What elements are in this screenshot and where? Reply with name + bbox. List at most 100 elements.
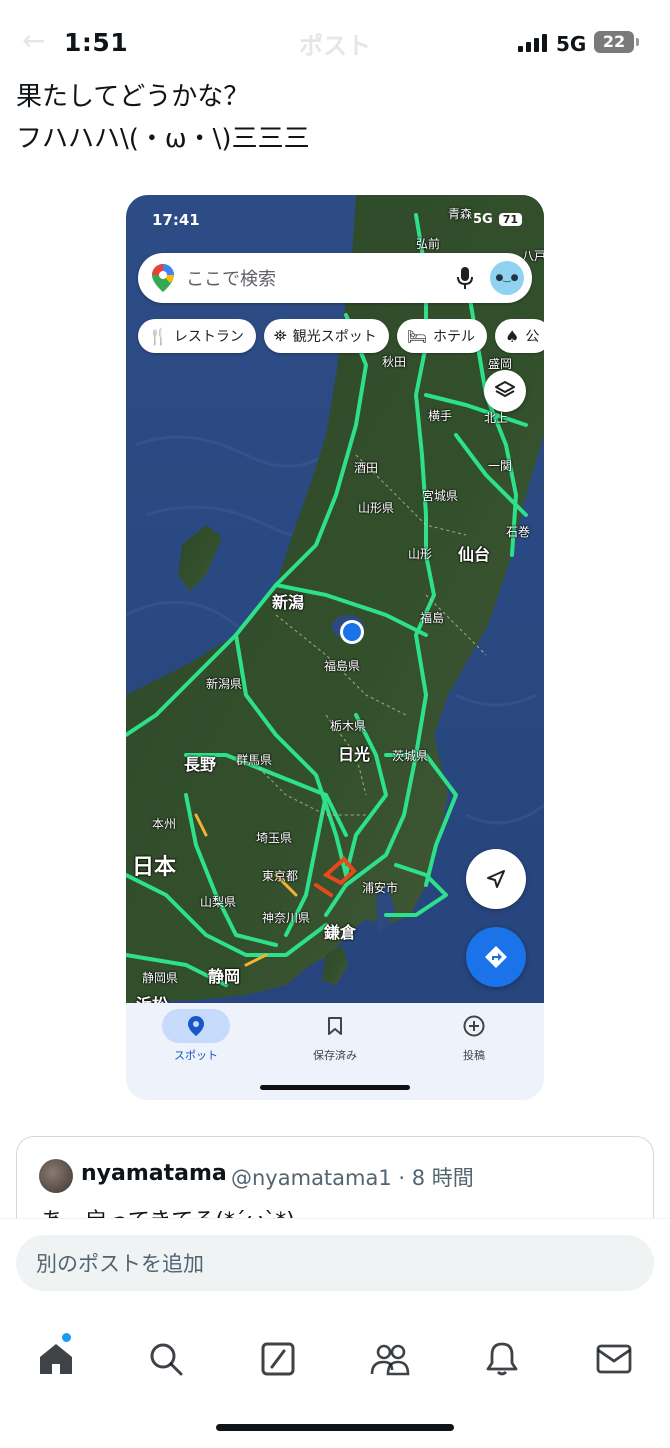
- map-tab-label: 保存済み: [313, 1049, 357, 1062]
- account-avatar[interactable]: ●‿●: [490, 261, 524, 295]
- notification-dot: [62, 1333, 71, 1342]
- embedded-battery-icon: 71: [498, 213, 522, 226]
- microphone-icon[interactable]: [456, 267, 474, 289]
- post-text-line: フハハハ\(・ω・\)三三三: [16, 124, 310, 154]
- fork-knife-icon: 🍴: [148, 326, 168, 346]
- map-label: 秋田: [382, 355, 407, 369]
- bell-icon: [486, 1342, 518, 1376]
- tab-bar: [0, 1329, 670, 1389]
- reply-placeholder: 別のポストを追加: [36, 1252, 204, 1276]
- map-label: 栃木県: [330, 719, 367, 733]
- map-label: 神奈川県: [262, 911, 311, 925]
- map-label: 青森: [448, 207, 473, 221]
- map-label: 茨城県: [392, 749, 429, 763]
- people-icon: [370, 1344, 410, 1376]
- layers-icon: [495, 381, 515, 397]
- tab-search[interactable]: [136, 1329, 196, 1389]
- map-search-bar[interactable]: ここで検索 ●‿●: [138, 253, 532, 303]
- tab-messages[interactable]: [584, 1329, 644, 1389]
- bookmark-icon: [328, 1017, 342, 1035]
- map-label: 横手: [428, 409, 453, 423]
- map-label: 日本: [132, 855, 177, 880]
- camera-spot-icon: ⛯: [273, 326, 287, 345]
- chip-restaurant[interactable]: 🍴 レストラン: [138, 319, 256, 353]
- status-time: 1:51: [64, 28, 129, 57]
- grok-icon: [261, 1342, 295, 1376]
- home-indicator: [216, 1424, 454, 1431]
- directions-button[interactable]: [466, 927, 526, 987]
- category-chips: 🍴 レストラン ⛯ 観光スポット 🛏 ホテル ♠ 公: [138, 319, 544, 353]
- embedded-status-right: 5G 71: [473, 212, 522, 227]
- tree-icon: ♠: [505, 326, 520, 346]
- map-label: 新潟: [272, 593, 305, 612]
- chip-park[interactable]: ♠ 公: [495, 319, 544, 353]
- embedded-network: 5G: [472, 212, 493, 227]
- map-search-placeholder[interactable]: ここで検索: [186, 265, 456, 291]
- map-label: 石巻: [506, 525, 531, 539]
- embedded-home-indicator: [260, 1085, 410, 1090]
- map-label: 山形: [408, 547, 433, 561]
- map-label: 宮城県: [422, 489, 459, 503]
- chip-label: 公: [525, 329, 540, 345]
- map-label: 東京都: [262, 869, 299, 883]
- layers-button[interactable]: [484, 370, 526, 412]
- google-maps-pin-icon: [152, 264, 174, 292]
- bottom-panel: 別のポストを追加: [0, 1218, 670, 1448]
- quoted-author-handle[interactable]: @nyamatama1 · 8 時間: [231, 1162, 474, 1192]
- map-label: 福島県: [324, 659, 361, 673]
- reply-input[interactable]: 別のポストを追加: [16, 1235, 654, 1291]
- map-tab-spot[interactable]: スポット: [136, 1009, 256, 1063]
- map-tab-label: 投稿: [463, 1049, 485, 1062]
- chip-label: レストラン: [173, 329, 244, 345]
- map-tab-post[interactable]: 投稿: [414, 1009, 534, 1063]
- avatar[interactable]: [39, 1159, 73, 1193]
- map-label: 酒田: [354, 461, 379, 475]
- search-icon: [150, 1343, 183, 1376]
- mail-icon: [596, 1344, 632, 1374]
- map-label: 本州: [152, 817, 177, 831]
- bed-icon: 🛏: [406, 326, 428, 346]
- map-label: 長野: [184, 755, 217, 774]
- chip-label: 観光スポット: [292, 329, 377, 345]
- post-image[interactable]: 17:41 5G 71 青森 弘前 八戸 盛岡 秋田 横手 北上 一関 酒田 宮…: [126, 195, 544, 1100]
- directions-icon: [485, 946, 507, 968]
- signal-icon: [518, 34, 547, 52]
- tab-notifications[interactable]: [472, 1329, 532, 1389]
- chip-label: ホテル: [433, 329, 476, 345]
- chip-hotel[interactable]: 🛏 ホテル: [396, 319, 488, 353]
- map-tab-label: スポット: [174, 1049, 218, 1062]
- map-label: 浦安市: [362, 881, 399, 895]
- battery-icon: 22: [594, 31, 639, 53]
- map-label: 山形県: [358, 501, 395, 515]
- map-label: 仙台: [458, 545, 491, 564]
- location-pin-icon: [188, 1016, 204, 1036]
- tab-communities[interactable]: [360, 1329, 420, 1389]
- map-label: 鎌倉: [324, 923, 357, 942]
- map-label: 静岡県: [142, 971, 179, 985]
- network-type: 5G: [556, 32, 587, 56]
- map-label: 群馬県: [236, 753, 273, 767]
- plus-circle-icon: [463, 1015, 485, 1037]
- map-label: 福島: [420, 611, 445, 625]
- map-image: 17:41 5G 71 青森 弘前 八戸 盛岡 秋田 横手 北上 一関 酒田 宮…: [126, 195, 544, 1014]
- map-label: 一関: [488, 459, 513, 473]
- embedded-status-time: 17:41: [152, 211, 200, 229]
- tab-home[interactable]: [26, 1329, 86, 1389]
- status-bar: ← ポスト 1:51 5G 22: [0, 0, 670, 86]
- map-label: 埼玉県: [256, 831, 293, 845]
- post-text-line: 果たしてどうかな？: [16, 82, 250, 112]
- map-label: 新潟県: [206, 677, 243, 691]
- map-tab-saved[interactable]: 保存済み: [275, 1009, 395, 1063]
- map-bottom-nav: スポット 保存済み 投稿: [126, 1003, 544, 1100]
- home-icon: [40, 1344, 72, 1374]
- post-body: 果たしてどうかな？ フハハハ\(・ω・\)三三三: [16, 76, 310, 160]
- navigation-arrow-icon: [487, 870, 505, 888]
- map-label: 弘前: [416, 237, 441, 251]
- tab-grok[interactable]: [248, 1329, 308, 1389]
- my-location-button[interactable]: [466, 849, 526, 909]
- map-label: 静岡: [208, 967, 241, 986]
- map-label: 日光: [338, 745, 371, 764]
- quoted-author-name[interactable]: nyamatama: [81, 1161, 227, 1186]
- map-label: 山梨県: [200, 895, 237, 909]
- chip-sightseeing[interactable]: ⛯ 観光スポット: [263, 319, 389, 353]
